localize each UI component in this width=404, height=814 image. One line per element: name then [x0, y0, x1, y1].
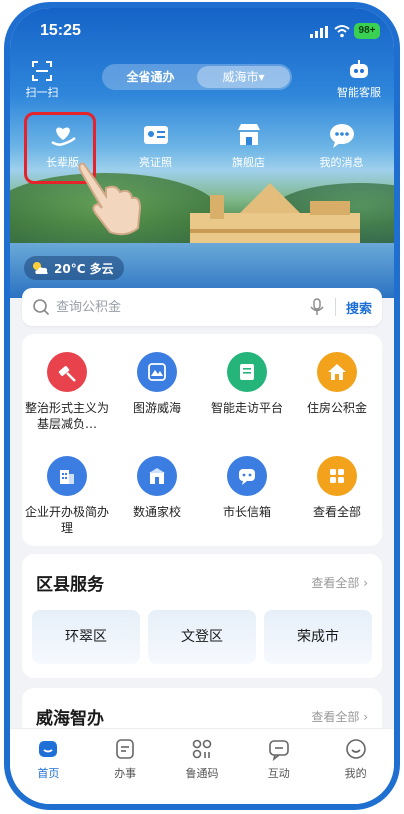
service-row: 企业开办极简办理 数通家校 市长信箱 查看全部	[22, 456, 382, 536]
service-label: 智能走访平台	[210, 401, 283, 415]
app-screen: 15:25 98+ 扫一扫 全省通办 威海市▾ 智能客服 长辈版 亮证照 旗舰店…	[10, 8, 394, 804]
interact-icon	[268, 740, 289, 761]
weather-badge: 20°C 多云	[24, 256, 124, 280]
service-item-visit-platform[interactable]: 智能走访平台	[202, 352, 292, 432]
quick-action-store[interactable]: 旗舰店	[214, 120, 284, 180]
service-icon-bg	[317, 456, 357, 496]
district-services-card: 区县服务 查看全部 › 环翠区 文登区 荣成市	[22, 554, 382, 678]
service-item-school[interactable]: 数通家校	[112, 456, 202, 536]
code-icon	[192, 739, 212, 759]
tab-home[interactable]: 首页	[20, 737, 76, 804]
chat-icon	[239, 469, 255, 485]
service-label: 企业开办极简办理	[24, 505, 109, 535]
search-button[interactable]: 搜索	[346, 298, 372, 317]
city-select[interactable]: 威海市▾	[197, 66, 290, 88]
smart-service-label: 智能客服	[337, 86, 381, 99]
tab-label: 首页	[37, 767, 60, 780]
tab-profile[interactable]: 我的	[328, 737, 384, 804]
tab-lutong-code[interactable]: 鲁通码	[174, 737, 230, 804]
top-bar: 扫一扫 全省通办 威海市▾ 智能客服	[10, 56, 394, 100]
service-label: 住房公积金	[306, 401, 367, 415]
smart-service-button[interactable]: 智能客服	[332, 58, 386, 100]
service-item-housing-fund[interactable]: 住房公积金	[292, 352, 382, 432]
wifi-icon	[334, 25, 350, 38]
service-item-mayor-mailbox[interactable]: 市长信箱	[202, 456, 292, 536]
quick-action-label: 旗舰店	[232, 156, 265, 169]
profile-icon	[345, 739, 366, 759]
partly-cloudy-icon	[33, 262, 48, 274]
search-icon	[33, 299, 50, 316]
scan-icon	[32, 61, 52, 81]
district-wendeng[interactable]: 文登区	[148, 610, 256, 664]
message-icon	[329, 124, 354, 148]
quick-action-message[interactable]: 我的消息	[307, 120, 377, 180]
service-icon-bg	[47, 352, 87, 392]
robot-icon	[350, 60, 368, 78]
district-huancui[interactable]: 环翠区	[32, 610, 140, 664]
service-label: 市长信箱	[222, 505, 271, 519]
service-item-burden-reduction[interactable]: 整治形式主义为基层减负…	[22, 352, 112, 432]
search-bar: 搜索	[22, 288, 382, 326]
district-list: 环翠区 文登区 荣成市	[32, 610, 372, 664]
service-label: 图游威海	[132, 401, 181, 415]
tab-tasks[interactable]: 办事	[97, 737, 153, 804]
service-item-map-tour[interactable]: 图游威海	[112, 352, 202, 432]
task-icon	[116, 739, 134, 759]
tab-label: 互动	[267, 767, 290, 780]
service-label: 查看全部	[312, 505, 361, 519]
tab-label: 我的	[344, 767, 367, 780]
pointing-hand-icon	[78, 162, 142, 236]
store-icon	[237, 124, 260, 145]
grid-icon	[330, 469, 344, 483]
phone-frame: 15:25 98+ 扫一扫 全省通办 威海市▾ 智能客服 长辈版 亮证照 旗舰店…	[4, 2, 400, 810]
battery-badge: 98+	[354, 23, 380, 39]
home-icon	[39, 741, 58, 757]
district-rongcheng[interactable]: 荣成市	[264, 610, 372, 664]
see-all-link[interactable]: 查看全部 ›	[311, 708, 368, 725]
gavel-icon	[58, 365, 76, 382]
scan-label: 扫一扫	[25, 86, 59, 99]
service-icon-bg	[47, 456, 87, 496]
house-icon	[328, 364, 346, 380]
signal-icon	[310, 26, 328, 38]
service-icon-bg	[227, 352, 267, 392]
service-icon-bg	[137, 352, 177, 392]
service-item-view-all[interactable]: 查看全部	[292, 456, 382, 536]
divider	[334, 298, 336, 316]
section-title: 区县服务	[36, 575, 104, 595]
tab-label: 办事	[114, 767, 137, 780]
scan-button[interactable]: 扫一扫	[20, 60, 64, 100]
service-icon-bg	[317, 352, 357, 392]
school-icon	[149, 468, 165, 484]
service-icon-bg	[227, 456, 267, 496]
service-item-business-setup[interactable]: 企业开办极简办理	[22, 456, 112, 536]
service-icon-bg	[137, 456, 177, 496]
microphone-icon[interactable]	[309, 298, 325, 316]
status-bar: 15:25 98+	[10, 8, 394, 52]
building-icon	[60, 470, 74, 484]
province-tab[interactable]: 全省通办	[104, 66, 197, 88]
document-icon	[240, 364, 254, 380]
service-row: 整治形式主义为基层减负… 图游威海 智能走访平台 住房公积金	[22, 352, 382, 432]
tab-interact[interactable]: 互动	[251, 737, 307, 804]
section-title: 威海智办	[36, 709, 104, 729]
service-label: 数通家校	[132, 505, 181, 519]
tab-label: 鲁通码	[185, 767, 219, 780]
id-card-icon	[143, 126, 168, 144]
service-label: 整治形式主义为基层减负…	[24, 401, 109, 431]
map-tour-icon	[148, 363, 166, 381]
weather-text: 20°C 多云	[54, 261, 114, 276]
bottom-tab-bar: 首页 办事 鲁通码 互动 我的	[10, 728, 394, 804]
search-input[interactable]	[56, 299, 309, 315]
service-grid: 整治形式主义为基层减负… 图游威海 智能走访平台 住房公积金 企业开办极简办理 …	[22, 334, 382, 546]
region-toggle: 全省通办 威海市▾	[102, 64, 292, 90]
see-all-link[interactable]: 查看全部 ›	[311, 574, 368, 591]
quick-action-label: 我的消息	[319, 156, 364, 169]
status-time: 15:25	[40, 22, 81, 39]
